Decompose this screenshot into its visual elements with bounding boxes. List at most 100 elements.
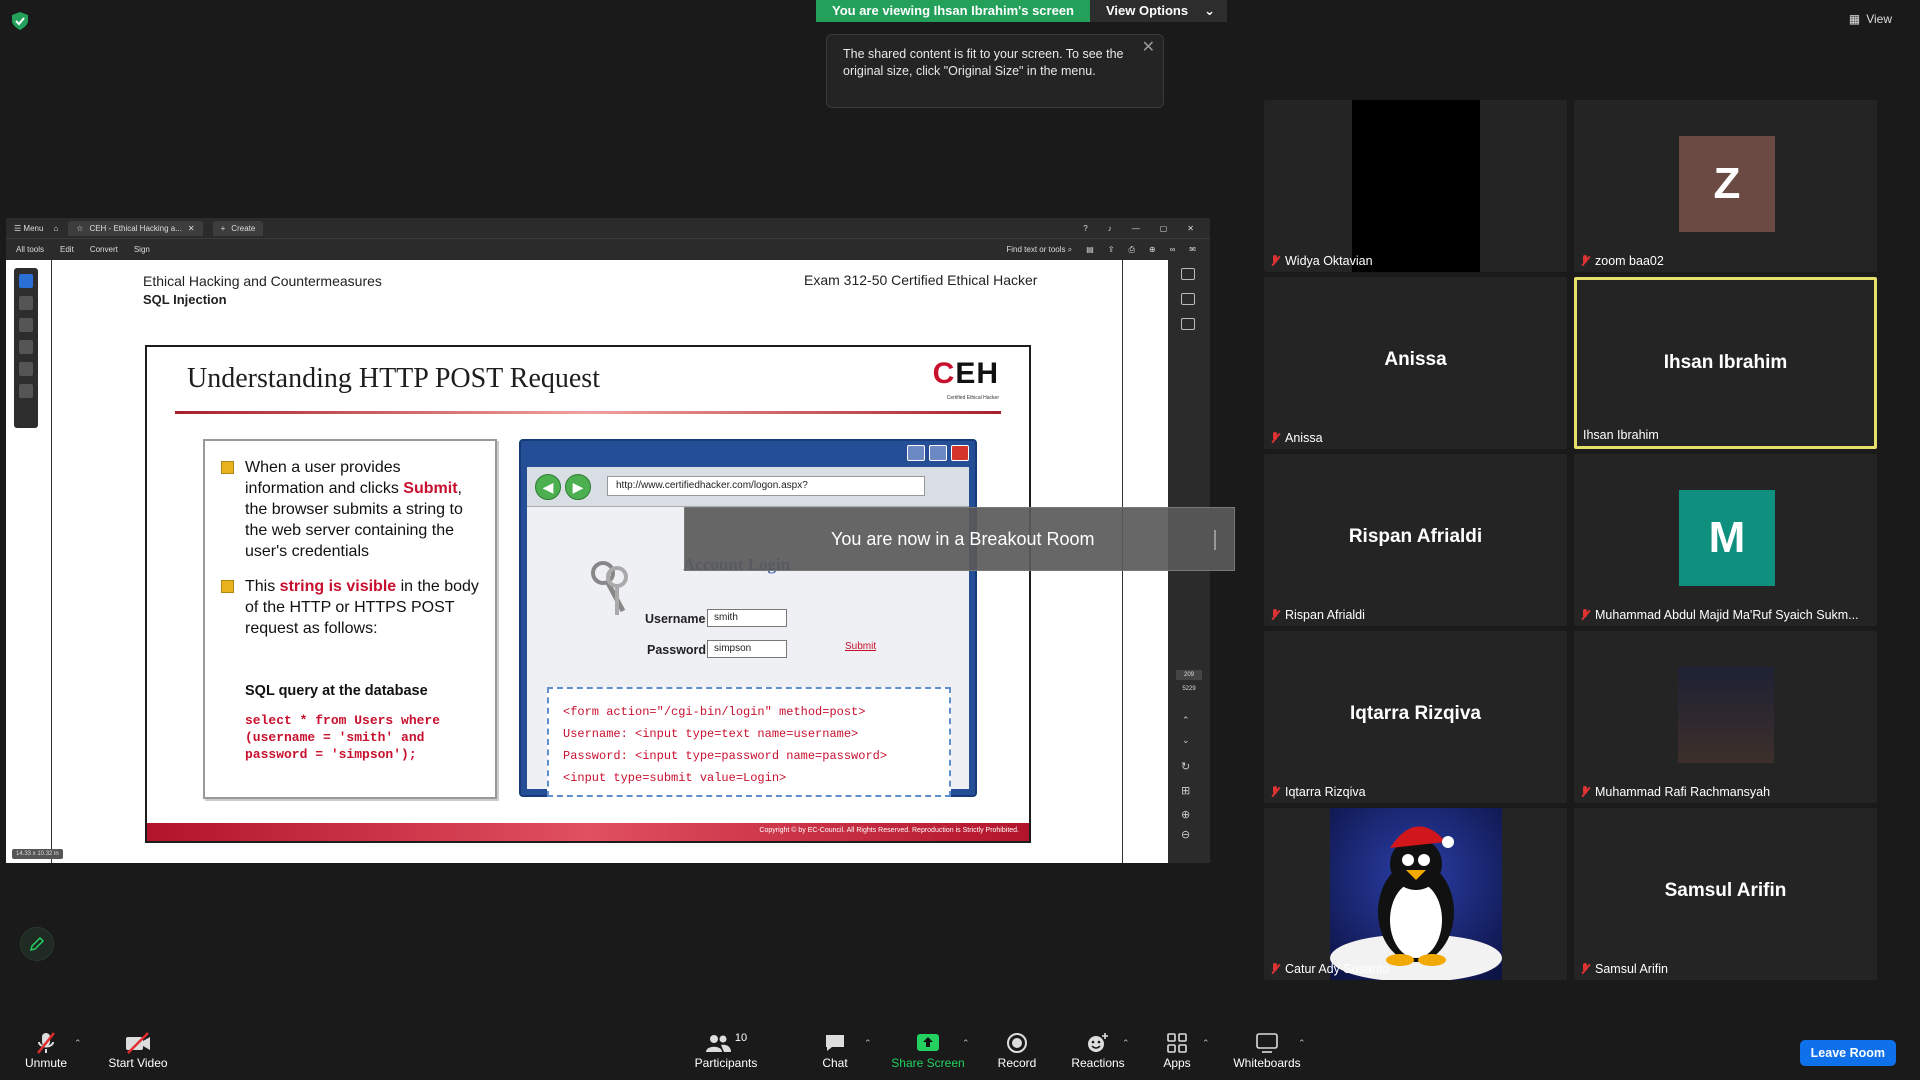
participant-tile[interactable]: Anissa Anissa <box>1264 277 1567 449</box>
help-icon[interactable]: ? <box>1083 224 1087 233</box>
muted-mic-icon <box>1580 786 1590 798</box>
sql-line: password = 'simpson'); <box>245 747 417 762</box>
participant-tile[interactable]: Zzoom baa02 <box>1574 100 1877 272</box>
zoom-out-icon[interactable]: ⊖ <box>1181 828 1190 841</box>
grid-view-icon: ▦ <box>1848 12 1861 26</box>
chat-options-caret[interactable]: ⌃ <box>864 1038 872 1049</box>
audio-options-caret[interactable]: ⌃ <box>74 1038 82 1049</box>
text-tool-icon[interactable] <box>19 362 33 376</box>
comment-icon[interactable] <box>1181 268 1195 280</box>
unmute-button[interactable]: Unmute <box>22 1030 70 1070</box>
participant-display-name: Anissa <box>1384 349 1447 370</box>
bell-icon[interactable]: ♪ <box>1108 224 1112 233</box>
view-button[interactable]: ▦ View <box>1849 12 1892 26</box>
participant-tile[interactable]: M Muhammad Abdul Majid Ma'Ruf Syaich Sukm… <box>1574 454 1877 626</box>
minimize-icon <box>907 445 925 461</box>
mail-icon[interactable]: ✉ <box>1189 245 1196 255</box>
slide-footer: Copyright © by EC-Council. All Rights Re… <box>147 823 1029 841</box>
participant-tile[interactable]: Iqtarra Rizqiva Iqtarra Rizqiva <box>1264 631 1567 803</box>
forward-arrow-icon: ▶ <box>565 474 591 500</box>
participant-tile[interactable]: Muhammad Rafi Rachmansyah <box>1574 631 1877 803</box>
participant-name: Anissa <box>1285 431 1323 445</box>
participant-name: Samsul Arifin <box>1595 962 1668 976</box>
back-arrow-icon: ◀ <box>535 474 561 500</box>
draw-tool-icon[interactable] <box>19 340 33 354</box>
menu-edit[interactable]: Edit <box>60 245 74 254</box>
menu-sign[interactable]: Sign <box>134 245 150 254</box>
maximize-icon[interactable]: ▢ <box>1160 224 1168 233</box>
whiteboards-button[interactable]: Whiteboards <box>1232 1030 1302 1070</box>
muted-mic-icon <box>1270 432 1280 444</box>
select-tool-icon[interactable] <box>19 274 33 288</box>
start-video-button[interactable]: Start Video <box>106 1030 170 1070</box>
start-video-label: Start Video <box>108 1056 168 1070</box>
share-options-caret[interactable]: ⌃ <box>962 1038 970 1049</box>
fit-page-icon[interactable]: ⊞ <box>1181 784 1190 797</box>
maximize-icon <box>929 445 947 461</box>
participant-tile[interactable]: Ihsan Ibrahim Ihsan Ibrahim <box>1574 277 1877 449</box>
participant-nameplate: Ihsan Ibrahim <box>1583 428 1659 442</box>
leave-room-button[interactable]: Leave Room <box>1799 1040 1896 1066</box>
participant-tile[interactable]: Widya Oktavian <box>1264 100 1567 272</box>
comment-tool-icon[interactable] <box>19 296 33 310</box>
zoom-in-icon[interactable]: ⊕ <box>1181 808 1190 821</box>
find-tools[interactable]: Find text or tools ⌕ <box>1006 245 1072 255</box>
participants-button[interactable]: 10 Participants <box>690 1030 762 1070</box>
share-icon[interactable]: ⊕ <box>1149 245 1156 255</box>
bullet-box: When a user provides information and cli… <box>203 439 497 799</box>
close-window-icon[interactable]: ✕ <box>1187 224 1194 233</box>
upload-icon[interactable]: ⇪ <box>1108 245 1115 255</box>
sign-tool-icon[interactable] <box>19 384 33 398</box>
document-tab[interactable]: ☆ CEH - Ethical Hacking a... ✕ <box>68 220 203 236</box>
participant-nameplate: Muhammad Abdul Majid Ma'Ruf Syaich Sukm.… <box>1580 608 1859 622</box>
page-indicator[interactable]: 209 5229 <box>1176 670 1202 692</box>
minimize-icon[interactable]: — <box>1132 224 1140 233</box>
bullet1-pre: When a user provides information and cli… <box>245 459 404 497</box>
reactions-options-caret[interactable]: ⌃ <box>1122 1038 1130 1049</box>
penguin-video-feed <box>1330 808 1502 980</box>
muted-mic-icon <box>1580 609 1590 621</box>
create-tab-button[interactable]: + Create <box>212 220 264 236</box>
menu-button[interactable]: ☰ Menu <box>14 224 43 233</box>
link-icon[interactable]: ∞ <box>1170 245 1176 255</box>
menu-all-tools[interactable]: All tools <box>16 245 44 254</box>
menu-convert[interactable]: Convert <box>90 245 118 254</box>
bookmark-icon[interactable] <box>1181 293 1195 305</box>
breakout-text: You are now in a Breakout Room <box>831 528 1095 549</box>
whiteboards-options-caret[interactable]: ⌃ <box>1298 1038 1306 1049</box>
annotate-pencil-button[interactable] <box>20 927 54 961</box>
participant-nameplate: Iqtarra Rizqiva <box>1270 785 1366 799</box>
tab-close-icon[interactable]: ✕ <box>188 224 195 233</box>
participant-tile[interactable]: Catur Ady Susanto <box>1264 808 1567 980</box>
record-button[interactable]: Record <box>996 1030 1038 1070</box>
chevron-down-icon: ⌄ <box>1204 3 1216 18</box>
find-label: Find text or tools <box>1006 244 1066 254</box>
view-options-button[interactable]: View Options ⌄ <box>1090 0 1228 22</box>
highlight-tool-icon[interactable] <box>19 318 33 332</box>
participant-tile[interactable]: Samsul Arifin Samsul Arifin <box>1574 808 1877 980</box>
print-icon[interactable]: ⎙ <box>1128 245 1134 255</box>
drag-handle[interactable] <box>1214 530 1216 550</box>
apps-options-caret[interactable]: ⌃ <box>1202 1038 1210 1049</box>
page-down-icon[interactable]: ⌄ <box>1182 735 1190 746</box>
refresh-icon[interactable]: ↻ <box>1181 760 1190 773</box>
home-icon[interactable]: ⌂ <box>53 224 58 233</box>
left-toolbar <box>14 268 38 428</box>
security-shield-icon[interactable] <box>12 12 28 30</box>
breakout-notification: You are now in a Breakout Room <box>684 507 1235 571</box>
whiteboards-label: Whiteboards <box>1233 1056 1301 1070</box>
slide-title: Understanding HTTP POST Request <box>187 363 600 394</box>
page-up-icon[interactable]: ⌃ <box>1182 715 1190 726</box>
url-field: http://www.certifiedhacker.com/logon.asp… <box>607 476 925 496</box>
chat-button[interactable]: Chat <box>818 1030 852 1070</box>
save-icon[interactable]: ▤ <box>1086 245 1094 255</box>
participants-count: 10 <box>734 1032 748 1044</box>
close-icon[interactable]: ✕ <box>1142 39 1155 56</box>
participant-tile[interactable]: Rispan Afrialdi Rispan Afrialdi <box>1264 454 1567 626</box>
thumbnails-icon[interactable] <box>1181 318 1195 330</box>
reactions-button[interactable]: Reactions <box>1070 1030 1126 1070</box>
muted-mic-icon <box>1270 963 1280 975</box>
apps-button[interactable]: Apps <box>1160 1030 1194 1070</box>
exam-title: Exam 312-50 Certified Ethical Hacker <box>804 272 1038 288</box>
share-screen-button[interactable]: Share Screen <box>890 1030 966 1070</box>
